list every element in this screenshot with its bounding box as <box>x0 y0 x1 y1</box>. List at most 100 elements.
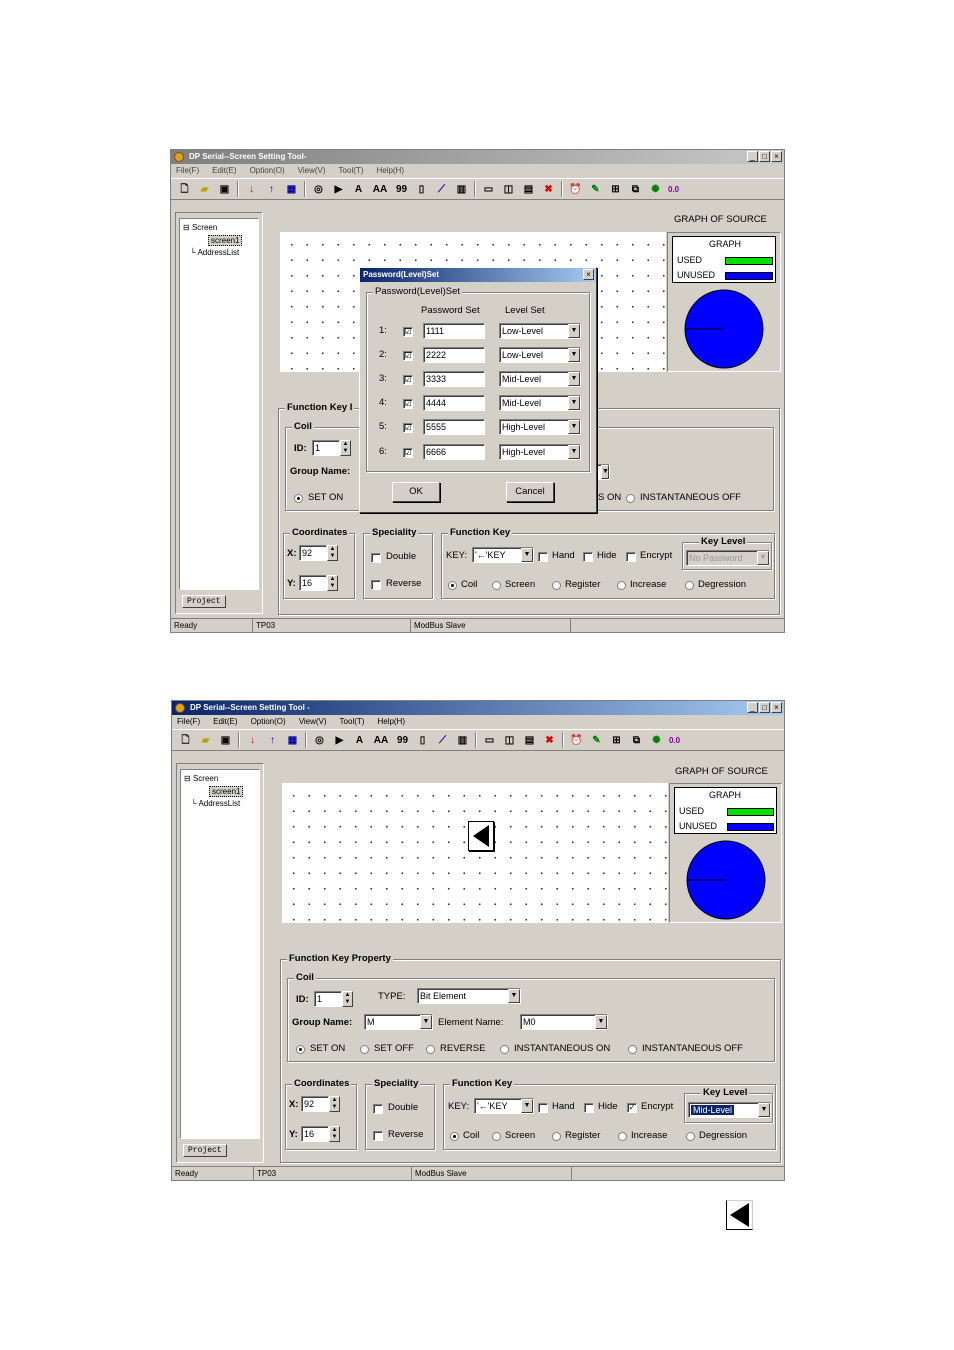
rectangle-icon[interactable]: ▭ <box>482 733 497 748</box>
hide-checkbox[interactable] <box>583 552 593 562</box>
row-4-level[interactable]: Mid-Level ▼ <box>499 395 581 411</box>
alarm-clock-icon[interactable]: ⏰ <box>568 182 583 197</box>
meter-icon[interactable]: ▥ <box>455 733 470 748</box>
new-file-icon[interactable]: 🗋 <box>177 182 192 197</box>
window-icon[interactable]: ◫ <box>501 182 516 197</box>
minimize-button[interactable]: _ <box>747 702 758 713</box>
inst-off-radio[interactable] <box>626 494 635 503</box>
double-checkbox[interactable] <box>373 1104 383 1114</box>
target-icon[interactable]: ◎ <box>311 182 326 197</box>
encrypt-checkbox[interactable] <box>626 552 636 562</box>
element-name-combo[interactable]: M0 ▼ <box>520 1014 608 1030</box>
play-box-icon[interactable]: ▶ <box>332 733 347 748</box>
register-radio[interactable] <box>552 581 561 590</box>
menu-help[interactable]: Help(H) <box>377 715 405 729</box>
screen-radio[interactable] <box>492 581 501 590</box>
screen-canvas[interactable] <box>282 783 668 923</box>
screen-radio[interactable] <box>492 1132 501 1141</box>
y-input[interactable]: 16 <box>301 1126 329 1142</box>
reverse-checkbox[interactable] <box>373 1131 383 1141</box>
row-2-password[interactable]: 2222 <box>423 347 485 363</box>
key-combo[interactable]: '←'KEY ▼ <box>472 547 534 563</box>
row-1-level[interactable]: Low-Level ▼ <box>499 323 581 339</box>
open-folder-icon[interactable]: ▰ <box>198 733 213 748</box>
save-icon[interactable]: ▣ <box>218 733 233 748</box>
minimize-button[interactable]: _ <box>747 151 758 162</box>
id-input[interactable]: 1 <box>314 991 342 1007</box>
menu-tool[interactable]: Tool(T) <box>339 164 364 178</box>
bar-icon[interactable]: ▯ <box>414 182 429 197</box>
x-spinner[interactable]: ▲ ▼ <box>329 1096 340 1112</box>
copy-icon[interactable]: ⧉ <box>629 733 644 748</box>
menu-view[interactable]: View(V) <box>299 715 327 729</box>
hand-checkbox[interactable] <box>538 1103 548 1113</box>
tree-node-screen[interactable]: ⊟ Screen <box>183 223 217 232</box>
x-input[interactable]: 92 <box>301 1096 329 1112</box>
copy-icon[interactable]: ⧉ <box>628 182 643 197</box>
dialog-ok-button[interactable]: OK <box>392 482 440 502</box>
tree-node-addresslist[interactable]: └ AddressList <box>191 799 240 808</box>
alarm-clock-icon[interactable]: ⏰ <box>569 733 584 748</box>
screen-icon[interactable]: ▤ <box>521 182 536 197</box>
plus-box-icon[interactable]: ⊞ <box>608 182 623 197</box>
rectangle-icon[interactable]: ▭ <box>481 182 496 197</box>
set-off-radio[interactable] <box>360 1045 369 1054</box>
gear-icon[interactable]: ✺ <box>649 733 664 748</box>
reverse-radio[interactable] <box>426 1045 435 1054</box>
set-on-radio[interactable] <box>296 1045 305 1054</box>
menu-edit[interactable]: Edit(E) <box>213 715 237 729</box>
reverse-checkbox[interactable] <box>371 580 381 590</box>
y-spinner[interactable]: ▲ ▼ <box>329 1126 340 1142</box>
play-box-icon[interactable]: ▶ <box>331 182 346 197</box>
maximize-button[interactable]: □ <box>759 151 770 162</box>
dialog-cancel-button[interactable]: Cancel <box>506 482 554 502</box>
y-input[interactable]: 16 <box>299 575 327 591</box>
menu-file[interactable]: File(F) <box>176 164 199 178</box>
project-tab[interactable]: Project <box>183 1144 227 1157</box>
dialog-close-button[interactable]: × <box>583 269 594 280</box>
hide-checkbox[interactable] <box>584 1103 594 1113</box>
row-6-checkbox[interactable]: ☑ <box>403 448 413 458</box>
increase-radio[interactable] <box>617 581 626 590</box>
new-file-icon[interactable]: 🗋 <box>178 733 193 748</box>
plus-box-icon[interactable]: ⊞ <box>609 733 624 748</box>
row-6-password[interactable]: 6666 <box>423 444 485 460</box>
coil-radio[interactable] <box>450 1132 459 1141</box>
upload-arrow-icon[interactable]: ↑ <box>264 182 279 197</box>
meter-icon[interactable]: ▥ <box>454 182 469 197</box>
download-arrow-icon[interactable]: ↓ <box>245 733 260 748</box>
id-input[interactable]: 1 <box>312 440 340 456</box>
x-input[interactable]: 92 <box>299 545 327 561</box>
trend-chart-icon[interactable]: ⟋ <box>434 182 449 197</box>
menu-view[interactable]: View(V) <box>298 164 326 178</box>
key-level-combo[interactable]: No Password ▼ <box>686 550 770 566</box>
id-spinner[interactable]: ▲ ▼ <box>340 440 351 456</box>
left-arrow-key-element[interactable] <box>468 821 494 851</box>
row-4-checkbox[interactable]: ☑ <box>403 399 413 409</box>
wrench-icon[interactable]: ✎ <box>588 182 603 197</box>
window-icon[interactable]: ◫ <box>502 733 517 748</box>
menu-option[interactable]: Option(O) <box>250 164 285 178</box>
text-aa-icon[interactable]: AA <box>372 733 390 748</box>
coil-radio[interactable] <box>448 581 457 590</box>
encrypt-checkbox[interactable]: ✓ <box>627 1103 637 1113</box>
bar-icon[interactable]: ▯ <box>415 733 430 748</box>
row-5-level[interactable]: High-Level ▼ <box>499 419 581 435</box>
row-3-checkbox[interactable]: ☑ <box>403 375 413 385</box>
row-4-password[interactable]: 4444 <box>423 395 485 411</box>
number-icon[interactable]: 99 <box>395 733 410 748</box>
tree-node-screen1[interactable]: screen1 <box>209 786 244 797</box>
hand-checkbox[interactable] <box>538 552 548 562</box>
id-spinner[interactable]: ▲ ▼ <box>342 991 353 1007</box>
grid-icon[interactable]: ▦ <box>285 733 300 748</box>
y-spinner[interactable]: ▲ ▼ <box>327 575 338 591</box>
degression-radio[interactable] <box>686 1132 695 1141</box>
menu-file[interactable]: File(F) <box>177 715 200 729</box>
tree-node-screen[interactable]: ⊟ Screen <box>184 774 218 783</box>
delete-icon[interactable]: ✖ <box>541 182 556 197</box>
text-a-icon[interactable]: A <box>352 733 367 748</box>
row-2-checkbox[interactable]: ☑ <box>403 351 413 361</box>
double-checkbox[interactable] <box>371 553 381 563</box>
close-button[interactable]: × <box>771 702 782 713</box>
row-1-password[interactable]: 1111 <box>423 323 485 339</box>
